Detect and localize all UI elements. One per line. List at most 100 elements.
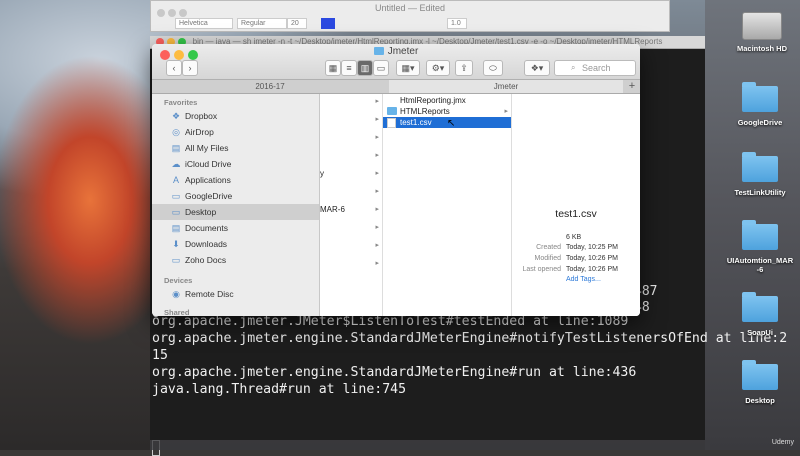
preview-opened-label: Last opened	[522, 266, 561, 273]
forward-button[interactable]: ›	[182, 60, 198, 76]
back-button[interactable]: ‹	[166, 60, 182, 76]
devices-header: Devices	[164, 276, 193, 285]
sidebar-item-dropbox[interactable]: ❖ Dropbox	[152, 108, 319, 124]
dropbox-button[interactable]: ❖▾	[524, 60, 550, 76]
all-files-icon: ▤	[171, 143, 181, 153]
airdrop-icon: ◎	[172, 127, 180, 137]
sidebar-item-airdrop[interactable]: ◎ AirDrop	[152, 124, 319, 140]
sidebar-item-remote-disc[interactable]: ◉ Remote Disc	[152, 286, 319, 302]
terminal-line: org.apache.jmeter.engine.StandardJMeterE…	[152, 365, 637, 380]
finder-title: Jmeter	[152, 46, 640, 57]
new-tab-button[interactable]: +	[624, 80, 640, 93]
textedit-toolbar: Helvetica Regular 20 1.0	[151, 16, 669, 30]
preview-created-label: Created	[536, 244, 561, 251]
preview-created: Today, 10:25 PM	[566, 244, 619, 251]
list-item[interactable]: ▸	[320, 258, 382, 270]
icon-view-button[interactable]: ▦	[325, 60, 341, 76]
list-item[interactable]: ▸	[320, 150, 382, 162]
preview-size: 6 KB	[566, 234, 582, 241]
disc-icon: ◉	[172, 289, 180, 299]
arrange-button[interactable]: ▦▾	[396, 60, 420, 76]
preview-filename: test1.csv	[555, 208, 597, 220]
textedit-window[interactable]: Untitled — Edited Helvetica Regular 20 1…	[150, 0, 670, 32]
preview-opened: Today, 10:26 PM	[566, 266, 619, 273]
add-tags-link[interactable]: Add Tags...	[566, 276, 601, 283]
sidebar-item-desktop[interactable]: ▭ Desktop	[152, 204, 319, 220]
list-item[interactable]: MAR-6 ▸	[320, 204, 382, 216]
folder-icon	[742, 360, 778, 390]
sidebar-item-applications[interactable]: A Applications	[152, 172, 319, 188]
sidebar-item-documents[interactable]: ▤ Documents	[152, 220, 319, 236]
sidebar-item-downloads[interactable]: ⬇ Downloads	[152, 236, 319, 252]
list-item[interactable]: ▸	[320, 222, 382, 234]
hard-drive-icon	[742, 12, 782, 40]
terminal-line: org.apache.jmeter.engine.StandardJMeterE…	[152, 331, 788, 346]
folder-icon: ▭	[171, 255, 181, 265]
finder-column-1: ▸ ▸ ▸ ▸ y ▸ ▸ MAR-6 ▸ ▸ ▸ ▸	[320, 94, 383, 316]
folder-icon	[373, 47, 384, 55]
finder-sidebar: Favorites ❖ Dropbox ◎ AirDrop ▤ All My File…	[152, 94, 320, 316]
list-item[interactable]: ▸	[320, 240, 382, 252]
list-item[interactable]: ▸	[320, 114, 382, 126]
search-field[interactable]: ⌕ Search	[554, 60, 636, 76]
desktop-icon-uiautomtion[interactable]: UIAutomtion_MAR -6	[720, 220, 800, 274]
search-icon: ⌕	[571, 63, 576, 72]
applications-icon: A	[172, 175, 179, 185]
shared-header: Shared	[164, 308, 190, 316]
folder-icon	[742, 220, 778, 250]
share-button[interactable]: ⇪	[455, 60, 473, 76]
finder-column-jmeter: HtmlReporting.jmx HTMLReports ▸ test1.csv…	[383, 94, 512, 316]
sidebar-item-zoho-docs[interactable]: ▭ Zoho Docs	[152, 252, 319, 268]
folder-icon	[742, 152, 778, 182]
line-spacing-select[interactable]: 1.0	[447, 18, 467, 29]
column-view-button[interactable]: ▥	[357, 60, 373, 76]
documents-icon: ▤	[171, 223, 181, 233]
list-item[interactable]: ▸	[320, 132, 382, 144]
dock[interactable]	[150, 440, 710, 450]
finder-toolbar: Jmeter ‹ › ▦ ≡ ▥ ▭ ▦▾ ⚙▾ ⇪ ⬭ ❖▾ ⌕ Search	[152, 44, 640, 80]
font-size-select[interactable]: 20	[287, 18, 307, 29]
desktop-icon-soapui[interactable]: SoapUi	[720, 292, 800, 337]
sidebar-item-all-my-files[interactable]: ▤ All My Files	[152, 140, 319, 156]
terminal-line: 15	[152, 348, 168, 363]
list-item[interactable]: ▸	[320, 96, 382, 108]
sidebar-item-icloud-drive[interactable]: ☁ iCloud Drive	[152, 156, 319, 172]
folder-icon	[742, 292, 778, 322]
font-family-select[interactable]: Helvetica	[175, 18, 233, 29]
downloads-icon: ⬇	[172, 239, 180, 249]
finder-preview-pane: test1.csv 6 KB Created Today, 10:25 PM M…	[512, 94, 640, 316]
action-gear-icon[interactable]: ⚙▾	[426, 60, 450, 76]
textedit-title: Untitled — Edited	[374, 3, 446, 13]
finder-tabbar: 2016-17 Jmeter +	[152, 80, 640, 94]
favorites-header: Favorites	[164, 98, 198, 107]
folder-icon: ▭	[171, 191, 181, 201]
font-style-select[interactable]: Regular	[237, 18, 287, 29]
folder-item-htmlreports[interactable]: HTMLReports ▸	[383, 106, 511, 117]
text-color-swatch[interactable]	[321, 18, 335, 29]
tab-2016-17[interactable]: 2016-17	[152, 80, 388, 93]
sidebar-item-googledrive[interactable]: ▭ GoogleDrive	[152, 188, 319, 204]
mouse-pointer-icon: ↖	[447, 118, 456, 129]
preview-modified: Today, 10:26 PM	[566, 255, 619, 262]
file-item-test1-csv[interactable]: test1.csv ↖	[383, 117, 511, 129]
list-item[interactable]: ▸	[320, 186, 382, 198]
file-item-htmlreporting[interactable]: HtmlReporting.jmx	[383, 95, 511, 106]
tab-jmeter[interactable]: Jmeter	[389, 80, 623, 93]
list-item[interactable]: y ▸	[320, 168, 382, 180]
csv-file-icon	[387, 118, 396, 128]
tags-button[interactable]: ⬭	[483, 60, 503, 76]
terminal-output: org.apache.jmeter.JMeter$ListenToTest#te…	[152, 313, 787, 398]
desktop-icon-testlinkutility[interactable]: TestLinkUtility	[720, 152, 800, 197]
dropbox-icon: ❖	[171, 111, 181, 121]
terminal-line: java.lang.Thread#run at line:745	[152, 382, 407, 397]
preview-modified-label: Modified	[534, 255, 561, 262]
finder-window[interactable]: Jmeter ‹ › ▦ ≡ ▥ ▭ ▦▾ ⚙▾ ⇪ ⬭ ❖▾ ⌕ Search…	[152, 44, 640, 316]
list-view-button[interactable]: ≡	[341, 60, 357, 76]
desktop-icon-googledrive[interactable]: GoogleDrive	[720, 82, 800, 127]
search-placeholder: Search	[582, 63, 611, 73]
cover-flow-button[interactable]: ▭	[373, 60, 389, 76]
desktop-icon-macintosh-hd[interactable]: Macintosh HD	[722, 12, 800, 53]
watermark: Udemy	[771, 439, 794, 446]
desktop-icon-desktop[interactable]: Desktop	[720, 360, 800, 405]
folder-icon	[742, 82, 778, 112]
